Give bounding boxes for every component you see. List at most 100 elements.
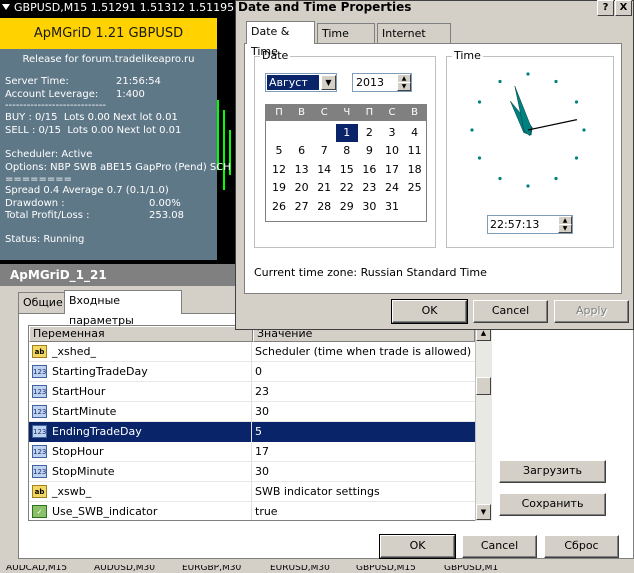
clock-tick [498, 176, 502, 181]
parameter-value[interactable]: 0 [255, 365, 262, 378]
calendar-day[interactable]: 25 [404, 179, 426, 197]
parameter-row[interactable]: 123 StartHour 23 [29, 382, 475, 402]
calendar-day[interactable]: 27 [291, 198, 313, 216]
calendar-day[interactable]: 23 [358, 179, 380, 197]
column-divider [251, 502, 252, 520]
calendar-day[interactable]: 24 [381, 179, 403, 197]
expert-window-titlebar[interactable]: ApMGriD_1_21 [0, 264, 237, 286]
parameter-value[interactable]: 17 [255, 445, 269, 458]
sell-line: SELL : 0/15 Lots 0.00 Next lot 0.01 [5, 125, 182, 136]
column-header-variable[interactable]: Переменная [29, 326, 253, 342]
apply-button[interactable]: Apply [554, 300, 629, 323]
year-spinner[interactable]: 2013 ▲ ▼ [352, 73, 412, 92]
parameter-value[interactable]: 30 [255, 465, 269, 478]
calendar-day[interactable]: 10 [381, 142, 403, 160]
calendar-day[interactable]: 15 [336, 161, 358, 179]
parameter-name: StopHour [52, 445, 104, 458]
date-time-titlebar[interactable]: Date and Time Properties ? X [236, 0, 633, 17]
calendar-day[interactable]: 6 [291, 142, 313, 160]
weekday-label: С [388, 107, 396, 118]
calendar-day[interactable]: 26 [268, 198, 290, 216]
clock-tick [574, 156, 579, 160]
date-time-title: Date and Time Properties [238, 0, 412, 14]
calendar-day[interactable]: 28 [313, 198, 335, 216]
calendar-day[interactable]: 20 [291, 179, 313, 197]
parameter-row[interactable]: 123 StopMinute 30 [29, 462, 475, 482]
ea-release-text: Release for forum.tradelikeapro.ru [22, 54, 195, 65]
parameter-value[interactable]: 23 [255, 385, 269, 398]
chart-tab[interactable]: EURUSD,M30 [270, 565, 330, 573]
calendar-day[interactable]: 12 [268, 161, 290, 179]
tab-general[interactable]: Общие [18, 292, 65, 313]
ok-button[interactable]: OK [391, 299, 468, 324]
calendar-day[interactable]: 18 [404, 161, 426, 179]
calendar-day[interactable]: 11 [404, 142, 426, 160]
chart-tab[interactable]: AUDUSD,M30 [94, 565, 155, 573]
parameter-value[interactable]: true [255, 505, 278, 518]
parameter-row[interactable]: 123 StartMinute 30 [29, 402, 475, 422]
time-group-label: Time [452, 49, 483, 62]
scroll-down-icon[interactable]: ▼ [476, 504, 491, 520]
column-divider [251, 342, 252, 362]
chart-tab[interactable]: AUDCAD,M15 [6, 565, 67, 573]
chevron-down-icon[interactable]: ▼ [321, 75, 336, 90]
parameter-value[interactable]: 5 [255, 425, 262, 438]
scroll-thumb[interactable] [476, 377, 491, 395]
chart-tab[interactable]: GBPUSD,M1 [444, 565, 498, 573]
calendar-day[interactable]: 13 [291, 161, 313, 179]
time-spinner[interactable]: 22:57:13 ▲ ▼ [487, 215, 573, 234]
calendar-day[interactable]: 3 [381, 124, 403, 142]
parameter-value[interactable]: 30 [255, 405, 269, 418]
parameter-value[interactable]: SWB indicator settings [255, 485, 380, 498]
parameter-row[interactable]: ✓ Use_SWB_indicator true [29, 502, 475, 520]
column-divider [251, 362, 252, 382]
parameter-row[interactable]: 123 StopHour 17 [29, 442, 475, 462]
help-icon[interactable]: ? [597, 0, 614, 16]
calendar-day[interactable]: 30 [358, 198, 380, 216]
chart-menu-icon[interactable] [2, 4, 10, 10]
calendar-day[interactable]: 4 [404, 124, 426, 142]
cancel-button[interactable]: Cancel [462, 535, 537, 558]
spin-down-icon[interactable]: ▼ [397, 82, 411, 91]
reset-button[interactable]: Сброс [544, 535, 619, 558]
parameter-value[interactable]: Scheduler (time when trade is allowed) [255, 345, 471, 358]
tab-date-time[interactable]: Date & Time [246, 21, 315, 58]
vertical-scrollbar[interactable]: ▲ ▼ [475, 325, 492, 521]
save-button[interactable]: Сохранить [499, 493, 606, 516]
cancel-button[interactable]: Cancel [473, 300, 548, 323]
calendar-day[interactable]: 19 [268, 179, 290, 197]
parameter-row[interactable]: 123 StartingTradeDay 0 [29, 362, 475, 382]
calendar-day[interactable]: 2 [358, 124, 380, 142]
close-icon[interactable]: X [615, 0, 632, 16]
calendar-day[interactable]: 1 [335, 124, 358, 142]
parameter-row[interactable]: 123 EndingTradeDay 5 [29, 422, 475, 442]
month-select[interactable]: Август ▼ [265, 73, 337, 92]
clock-tick [498, 79, 502, 84]
calendar-day[interactable]: 7 [313, 142, 335, 160]
calendar-day[interactable]: 22 [336, 179, 358, 197]
load-button[interactable]: Загрузить [499, 460, 606, 483]
calendar-day[interactable]: 14 [313, 161, 335, 179]
calendar-day[interactable]: 17 [381, 161, 403, 179]
calendar-day[interactable]: 29 [336, 198, 358, 216]
calendar-day[interactable]: 9 [358, 142, 380, 160]
number-type-icon: 123 [32, 385, 47, 398]
parameters-table[interactable]: Переменная Значение ab _xshed_ Scheduler (… [28, 325, 476, 521]
tab-time-zone[interactable]: Time Zone [317, 23, 375, 60]
ok-button[interactable]: OK [379, 534, 456, 559]
parameter-name: StartMinute [52, 405, 117, 418]
tab-internet-time[interactable]: Internet Time [377, 23, 451, 60]
calendar-day[interactable]: 31 [381, 198, 403, 216]
chart-tab[interactable]: GBPUSD,M15 [356, 565, 416, 573]
calendar-day[interactable]: 5 [268, 142, 290, 160]
calendar-day[interactable]: 21 [313, 179, 335, 197]
calendar[interactable]: ПВСЧПСВ 1 2 3 4 5 6 7 8 9 10 11 12 13 14 15 16 17 18 19 20 2… [265, 104, 427, 222]
calendar-day[interactable]: 16 [358, 161, 380, 179]
parameter-row[interactable]: ab _xshed_ Scheduler (time when trade is a… [29, 342, 475, 362]
tab-input-parameters[interactable]: Входные параметры [64, 290, 182, 327]
chart-tab[interactable]: EURGBP,M30 [182, 565, 241, 573]
calendar-day[interactable]: 8 [336, 142, 358, 160]
parameter-row[interactable]: ab _xswb_ SWB indicator settings [29, 482, 475, 502]
spin-down-icon[interactable]: ▼ [558, 224, 572, 233]
column-divider [251, 402, 252, 422]
